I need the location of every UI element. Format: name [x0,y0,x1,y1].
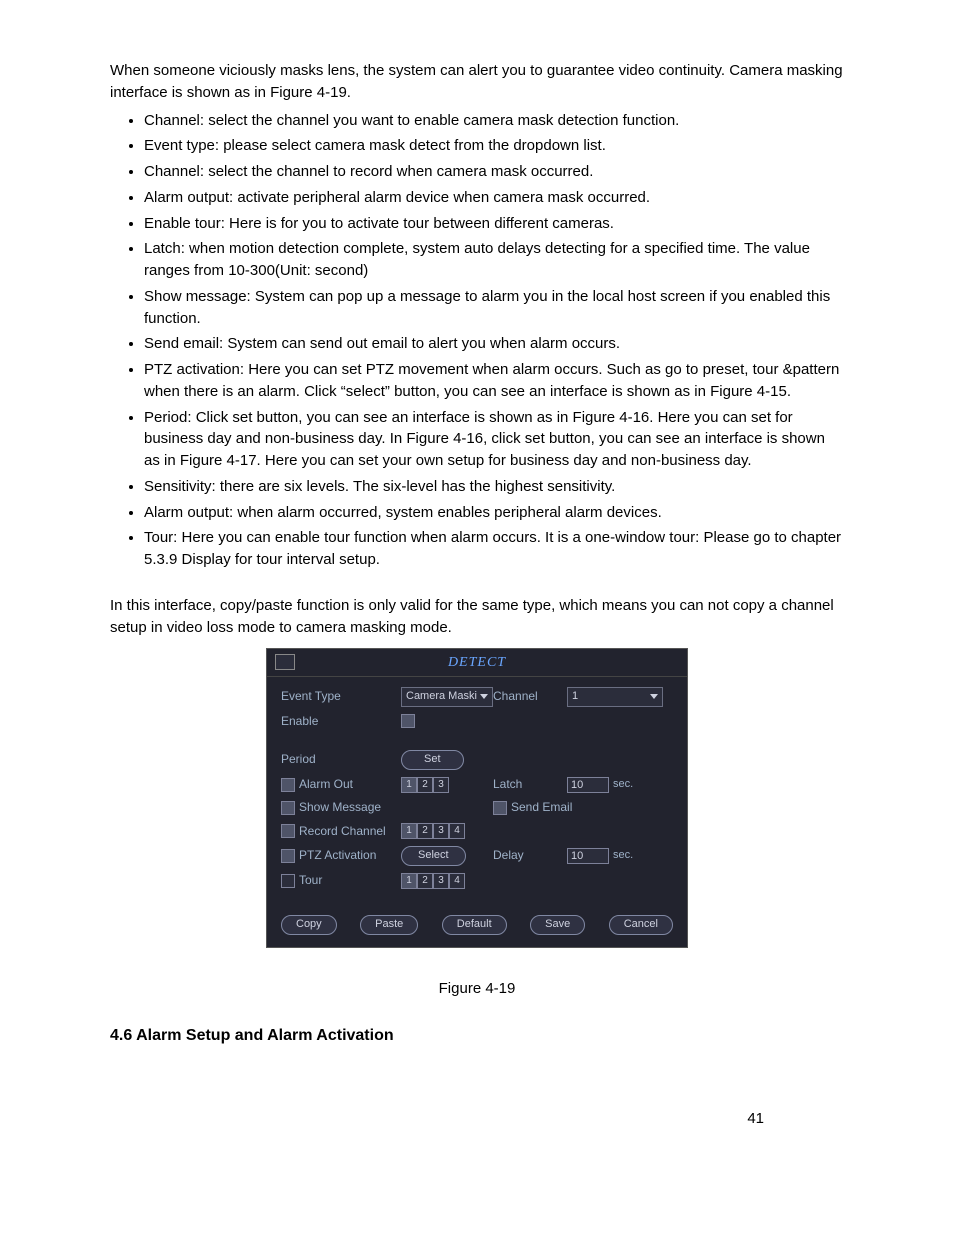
label-send-email: Send Email [493,799,593,816]
bullet-item: PTZ activation: Here you can set PTZ mov… [144,359,844,403]
delay-input[interactable]: 10 [567,848,609,864]
bullet-item: Sensitivity: there are six levels. The s… [144,476,844,498]
label-record-channel: Record Channel [281,823,401,840]
latch-unit: sec. [613,777,633,793]
ptz-checkbox[interactable] [281,849,295,863]
bullet-list: Channel: select the channel you want to … [110,110,844,571]
below-paragraph: In this interface, copy/paste function i… [110,595,844,639]
label-latch: Latch [493,776,567,793]
figure-caption: Figure 4-19 [110,978,844,1000]
enable-checkbox[interactable] [401,714,415,728]
latch-input[interactable]: 10 [567,777,609,793]
label-ptz-activation: PTZ Activation [281,847,401,864]
bullet-item: Enable tour: Here is for you to activate… [144,213,844,235]
tour-boxes[interactable]: 1 2 3 4 [401,873,465,889]
dialog-title: DETECT [267,649,687,676]
bullet-item: Alarm output: when alarm occurred, syste… [144,502,844,524]
bullet-item: Send email: System can send out email to… [144,333,844,355]
label-period: Period [281,751,401,768]
bullet-item: Channel: select the channel you want to … [144,110,844,132]
event-type-value: Camera Maski [406,689,477,705]
channel-dropdown[interactable]: 1 [567,687,663,707]
alarm-out-checkbox[interactable] [281,778,295,792]
intro-paragraph: When someone viciously masks lens, the s… [110,60,844,104]
send-email-checkbox[interactable] [493,801,507,815]
save-button[interactable]: Save [530,915,585,935]
chevron-down-icon [480,694,488,699]
bullet-item: Period: Click set button, you can see an… [144,407,844,472]
label-show-message: Show Message [281,799,401,816]
label-alarm-out: Alarm Out [281,776,401,793]
set-button[interactable]: Set [401,750,464,770]
bullet-item: Latch: when motion detection complete, s… [144,238,844,282]
record-channel-boxes[interactable]: 1 2 3 4 [401,823,465,839]
tour-checkbox[interactable] [281,874,295,888]
bullet-item: Event type: please select camera mask de… [144,135,844,157]
label-tour: Tour [281,872,401,889]
bullet-item: Tour: Here you can enable tour function … [144,527,844,571]
delay-unit: sec. [613,848,633,864]
show-message-checkbox[interactable] [281,801,295,815]
copy-button[interactable]: Copy [281,915,337,935]
bullet-item: Alarm output: activate peripheral alarm … [144,187,844,209]
detect-dialog: DETECT Event Type Camera Maski Channel 1 [266,648,688,948]
page-number: 41 [747,1108,764,1130]
record-channel-checkbox[interactable] [281,824,295,838]
default-button[interactable]: Default [442,915,507,935]
label-event-type: Event Type [281,688,401,705]
cancel-button[interactable]: Cancel [609,915,673,935]
section-heading: 4.6 Alarm Setup and Alarm Activation [110,1024,844,1047]
dialog-icon [275,654,295,670]
label-delay: Delay [493,847,567,864]
event-type-dropdown[interactable]: Camera Maski [401,687,493,707]
paste-button[interactable]: Paste [360,915,418,935]
channel-value: 1 [572,689,578,705]
bullet-item: Channel: select the channel to record wh… [144,161,844,183]
bullet-item: Show message: System can pop up a messag… [144,286,844,330]
label-channel: Channel [493,688,567,705]
alarm-out-boxes[interactable]: 1 2 3 [401,777,449,793]
select-button[interactable]: Select [401,846,466,866]
chevron-down-icon [650,694,658,699]
label-enable: Enable [281,713,401,730]
